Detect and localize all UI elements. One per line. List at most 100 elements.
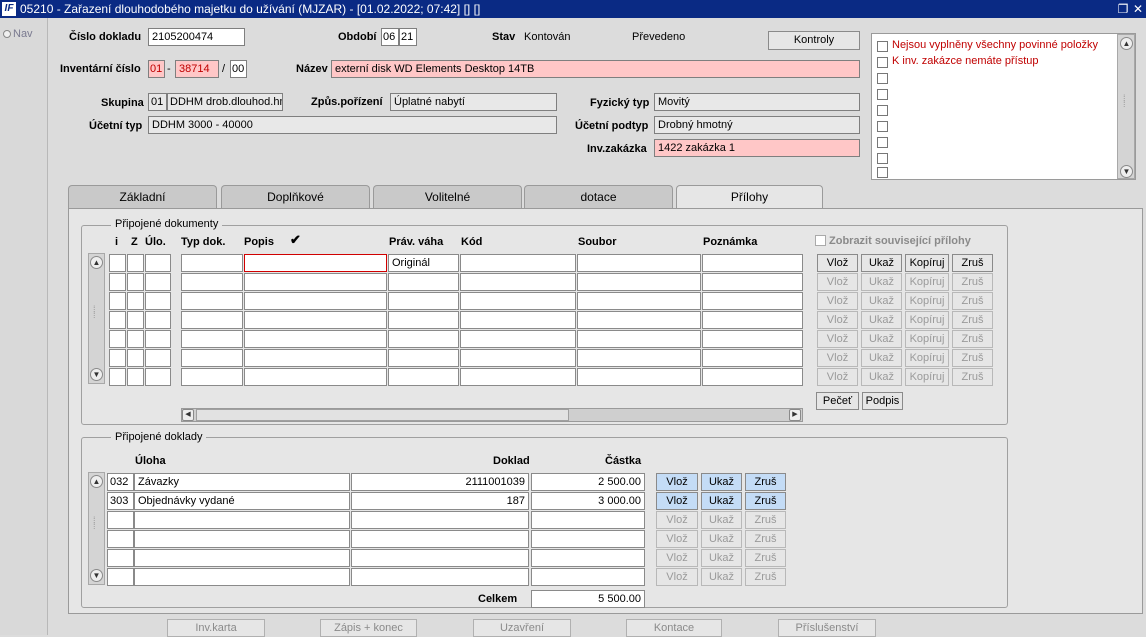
- doc-ukaz-button[interactable]: Ukaž: [861, 330, 902, 348]
- doc-cell-i[interactable]: [109, 292, 126, 310]
- doc-cell-kod[interactable]: [460, 330, 576, 348]
- doc-kopiruj-button[interactable]: Kopíruj: [905, 368, 949, 386]
- doklad-cell-doklad[interactable]: 2111001039: [351, 473, 529, 491]
- doc-cell-soubor[interactable]: [577, 292, 701, 310]
- doc-vloz-button[interactable]: Vlož: [817, 254, 858, 272]
- doc-cell-prav-vaha[interactable]: [388, 273, 459, 291]
- scroll-grip-icon[interactable]: ⁞ ⁞: [93, 305, 96, 320]
- doc-zrus-button[interactable]: Zruš: [952, 254, 993, 272]
- doc-cell-popis[interactable]: [244, 311, 387, 329]
- doklad-cell-code[interactable]: [107, 511, 134, 529]
- doc-cell-typ-dok[interactable]: [181, 330, 243, 348]
- doc-ukaz-button[interactable]: Ukaž: [861, 368, 902, 386]
- doklad-zrus-button[interactable]: Zruš: [745, 511, 786, 529]
- doc-ukaz-button[interactable]: Ukaž: [861, 254, 902, 272]
- doklad-cell-code[interactable]: [107, 549, 134, 567]
- doc-cell-soubor[interactable]: [577, 311, 701, 329]
- doc-cell-z[interactable]: [127, 254, 144, 272]
- doklad-cell-uloha[interactable]: [134, 530, 350, 548]
- doc-cell-i[interactable]: [109, 273, 126, 291]
- doc-kopiruj-button[interactable]: Kopíruj: [905, 349, 949, 367]
- doc-ukaz-button[interactable]: Ukaž: [861, 273, 902, 291]
- ucetni-podtyp-field[interactable]: Drobný hmotný: [654, 116, 860, 134]
- doc-cell-typ-dok[interactable]: [181, 254, 243, 272]
- doc-cell-soubor[interactable]: [577, 273, 701, 291]
- doc-zrus-button[interactable]: Zruš: [952, 273, 993, 291]
- inv-cislo-1-field[interactable]: 01: [148, 60, 165, 78]
- doklad-cell-castka[interactable]: [531, 530, 645, 548]
- doc-cell-prav-vaha[interactable]: [388, 349, 459, 367]
- skupina-name-field[interactable]: DDHM drob.dlouhod.hm: [167, 93, 283, 111]
- doklady-vscrollbar[interactable]: ▲ ⁞ ⁞ ▼: [88, 472, 105, 585]
- doc-cell-kod[interactable]: [460, 311, 576, 329]
- inv-karta-button[interactable]: Inv.karta: [167, 619, 265, 637]
- doc-cell-prav-vaha[interactable]: [388, 292, 459, 310]
- doc-kopiruj-button[interactable]: Kopíruj: [905, 273, 949, 291]
- close-icon[interactable]: ✕: [1131, 2, 1145, 16]
- doklad-cell-doklad[interactable]: [351, 530, 529, 548]
- validation-checkbox[interactable]: [877, 41, 888, 52]
- doklad-ukaz-button[interactable]: Ukaž: [701, 473, 742, 491]
- doc-cell-soubor[interactable]: [577, 330, 701, 348]
- zpusob-porizeni-field[interactable]: Úplatné nabytí: [390, 93, 557, 111]
- validation-checkbox[interactable]: [877, 57, 888, 68]
- kontroly-button[interactable]: Kontroly: [768, 31, 860, 50]
- doc-cell-popis[interactable]: [244, 368, 387, 386]
- doklad-cell-doklad[interactable]: [351, 549, 529, 567]
- fyzicky-typ-field[interactable]: Movitý: [654, 93, 860, 111]
- nav-radio-icon[interactable]: [3, 30, 11, 38]
- doc-cell-ulo[interactable]: [145, 330, 171, 348]
- tab-doplnkove[interactable]: Doplňkové: [221, 185, 370, 208]
- doc-ukaz-button[interactable]: Ukaž: [861, 311, 902, 329]
- doc-cell-ulo[interactable]: [145, 311, 171, 329]
- doklad-zrus-button[interactable]: Zruš: [745, 568, 786, 586]
- pecet-button[interactable]: Pečeť: [816, 392, 859, 410]
- validation-scrollbar[interactable]: ▲ ⁞ ⁞ ▼: [1117, 34, 1135, 179]
- doc-cell-soubor[interactable]: [577, 254, 701, 272]
- tab-zakladni[interactable]: Základní: [68, 185, 217, 208]
- doklad-ukaz-button[interactable]: Ukaž: [701, 511, 742, 529]
- hscroll-thumb[interactable]: [196, 409, 569, 421]
- doc-cell-z[interactable]: [127, 273, 144, 291]
- scroll-down-icon[interactable]: ▼: [1120, 165, 1133, 178]
- doc-cell-typ-dok[interactable]: [181, 273, 243, 291]
- doklad-cell-code[interactable]: [107, 568, 134, 586]
- inv-zakazka-field[interactable]: 1422 zakázka 1: [654, 139, 860, 157]
- zobrazit-checkbox[interactable]: [815, 235, 826, 246]
- doc-vloz-button[interactable]: Vlož: [817, 349, 858, 367]
- doc-vloz-button[interactable]: Vlož: [817, 273, 858, 291]
- cislo-dokladu-field[interactable]: 2105200474: [148, 28, 245, 46]
- doc-cell-popis[interactable]: [244, 330, 387, 348]
- doc-cell-poznamka[interactable]: [702, 254, 803, 272]
- doklad-cell-doklad[interactable]: 187: [351, 492, 529, 510]
- doc-cell-soubor[interactable]: [577, 349, 701, 367]
- doc-cell-poznamka[interactable]: [702, 368, 803, 386]
- doc-cell-ulo[interactable]: [145, 273, 171, 291]
- doc-cell-typ-dok[interactable]: [181, 368, 243, 386]
- zapis-konec-button[interactable]: Zápis + konec: [320, 619, 417, 637]
- doc-cell-kod[interactable]: [460, 254, 576, 272]
- doklad-ukaz-button[interactable]: Ukaž: [701, 568, 742, 586]
- doklad-cell-castka[interactable]: [531, 511, 645, 529]
- restore-icon[interactable]: ❐: [1116, 2, 1130, 16]
- doc-cell-poznamka[interactable]: [702, 292, 803, 310]
- prislusenstvi-button[interactable]: Příslušenství: [778, 619, 876, 637]
- doklad-zrus-button[interactable]: Zruš: [745, 492, 786, 510]
- doklad-vloz-button[interactable]: Vlož: [656, 473, 698, 491]
- scroll-right-icon[interactable]: ▶: [789, 409, 801, 421]
- doklad-ukaz-button[interactable]: Ukaž: [701, 549, 742, 567]
- doklad-cell-code[interactable]: 303: [107, 492, 134, 510]
- doc-kopiruj-button[interactable]: Kopíruj: [905, 330, 949, 348]
- doc-cell-z[interactable]: [127, 311, 144, 329]
- doklad-cell-castka[interactable]: [531, 549, 645, 567]
- validation-checkbox[interactable]: [877, 73, 888, 84]
- scroll-up-icon[interactable]: ▲: [1120, 37, 1133, 50]
- doklad-vloz-button[interactable]: Vlož: [656, 492, 698, 510]
- doc-cell-z[interactable]: [127, 349, 144, 367]
- kontace-button[interactable]: Kontace: [626, 619, 722, 637]
- doklad-ukaz-button[interactable]: Ukaž: [701, 530, 742, 548]
- doc-cell-popis[interactable]: [244, 292, 387, 310]
- dokumenty-hscrollbar[interactable]: ◀ ▶: [181, 408, 803, 422]
- nazev-field[interactable]: externí disk WD Elements Desktop 14TB: [331, 60, 860, 78]
- doc-cell-popis[interactable]: [244, 349, 387, 367]
